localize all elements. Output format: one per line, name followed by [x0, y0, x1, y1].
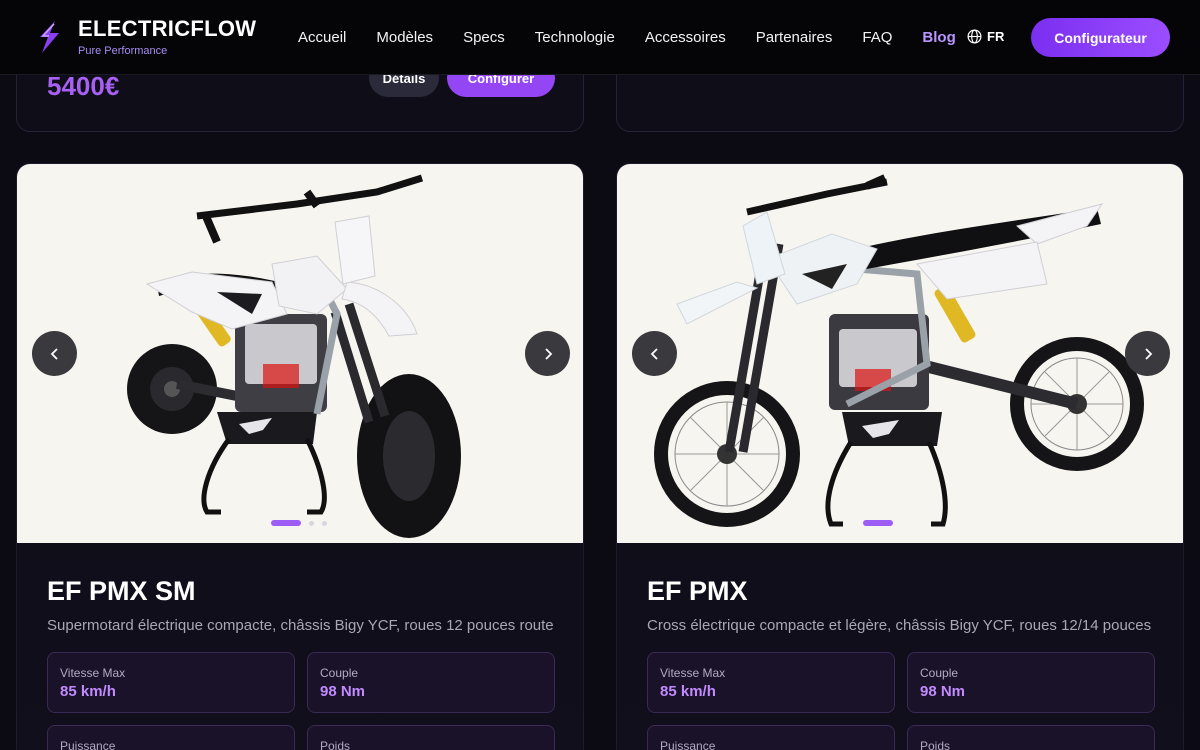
- nav-item-accessoires[interactable]: Accessoires: [645, 29, 726, 46]
- nav-item-technologie[interactable]: Technologie: [535, 29, 615, 46]
- product-title: EF PMX: [647, 576, 748, 606]
- product-price: 5400€: [47, 71, 120, 101]
- spec-label: Puissance: [660, 739, 716, 750]
- cross-bike-image: [654, 174, 1144, 527]
- carousel-dot[interactable]: [322, 520, 327, 526]
- spec-top-speed: Vitesse Max 85 km/h: [47, 652, 295, 713]
- bolt-logo-icon: [40, 21, 59, 53]
- supermoto-bike-image: [127, 174, 461, 538]
- spec-value: 85 km/h: [660, 683, 716, 700]
- nav-item-accueil[interactable]: Accueil: [298, 29, 346, 46]
- spec-label: Couple: [320, 666, 359, 680]
- spec-value: 98 Nm: [320, 683, 366, 700]
- spec-weight: Poids: [307, 725, 555, 750]
- carousel-prev-button[interactable]: [32, 331, 77, 376]
- brand-logo[interactable]: ELECTRICFLOW Pure Performance: [36, 17, 256, 57]
- carousel-dot-active[interactable]: [863, 520, 893, 526]
- nav-item-faq[interactable]: FAQ: [862, 29, 892, 46]
- spec-label: Couple: [920, 666, 959, 680]
- product-title: EF PMX SM: [47, 576, 196, 606]
- spec-weight: Poids: [907, 725, 1155, 750]
- carousel-indicators: [271, 520, 327, 526]
- carousel-prev-button[interactable]: [632, 331, 677, 376]
- configurator-button[interactable]: Configurateur: [1031, 18, 1170, 57]
- product-description: Supermotard électrique compacte, châssis…: [47, 617, 554, 634]
- carousel-indicators: [863, 520, 893, 526]
- spec-label: Vitesse Max: [660, 666, 726, 680]
- carousel-dot[interactable]: [309, 520, 314, 526]
- spec-value: 98 Nm: [920, 683, 966, 700]
- nav-item-modeles[interactable]: Modèles: [376, 29, 433, 46]
- chevron-left-icon: [650, 347, 658, 360]
- product-description: Cross électrique compacte et légère, châ…: [647, 617, 1152, 634]
- spec-label: Puissance: [60, 739, 116, 750]
- nav-item-blog[interactable]: Blog: [922, 29, 955, 46]
- carousel-dot-active[interactable]: [271, 520, 301, 526]
- language-label: FR: [987, 29, 1005, 44]
- main-nav: Accueil Modèles Specs Technologie Access…: [298, 0, 986, 75]
- spec-torque: Couple 98 Nm: [907, 652, 1155, 713]
- spec-label: Vitesse Max: [60, 666, 126, 680]
- language-switcher[interactable]: FR: [967, 29, 1004, 44]
- spec-power: Puissance: [47, 725, 295, 750]
- chevron-left-icon: [50, 347, 58, 360]
- brand-tagline: Pure Performance: [78, 45, 168, 57]
- product-image-carousel[interactable]: [17, 164, 583, 543]
- brand-name: ELECTRICFLOW: [78, 16, 257, 41]
- product-card: EF PMX Cross électrique compacte et légè…: [616, 163, 1184, 750]
- chevron-right-icon: [544, 347, 552, 360]
- spec-torque: Couple 98 Nm: [307, 652, 555, 713]
- site-header: ELECTRICFLOW Pure Performance Accueil Mo…: [0, 0, 1200, 75]
- globe-icon: [967, 29, 982, 44]
- spec-value: 85 km/h: [60, 683, 116, 700]
- nav-item-specs[interactable]: Specs: [463, 29, 505, 46]
- carousel-next-button[interactable]: [1125, 331, 1170, 376]
- spec-label: Poids: [320, 739, 351, 750]
- product-card: EF PMX SM Supermotard électrique compact…: [16, 163, 584, 750]
- product-image-carousel[interactable]: [617, 164, 1183, 543]
- chevron-right-icon: [1144, 347, 1152, 360]
- nav-item-partenaires[interactable]: Partenaires: [756, 29, 833, 46]
- spec-label: Poids: [920, 739, 951, 750]
- spec-top-speed: Vitesse Max 85 km/h: [647, 652, 895, 713]
- carousel-next-button[interactable]: [525, 331, 570, 376]
- spec-power: Puissance: [647, 725, 895, 750]
